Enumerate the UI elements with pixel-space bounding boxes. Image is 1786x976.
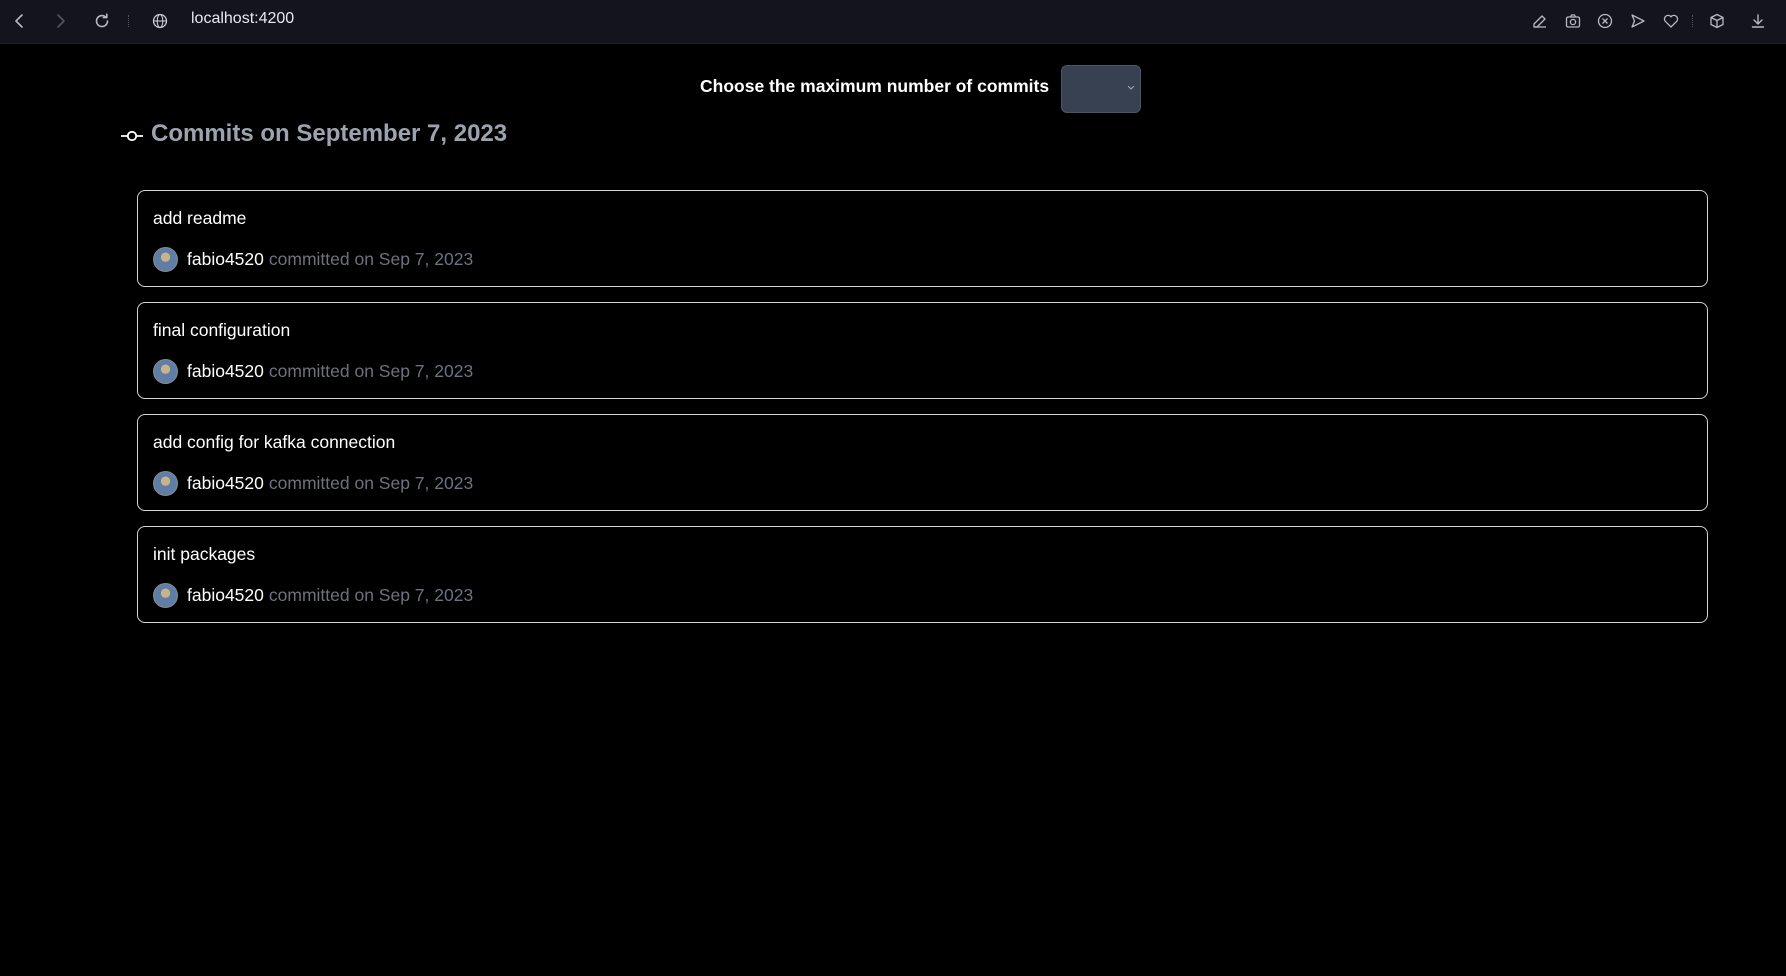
commit-item[interactable]: final configuration fabio4520 committed … [137, 302, 1708, 399]
commit-list: add readme fabio4520 committed on Sep 7,… [137, 190, 1708, 638]
toolbar-separator [1692, 15, 1695, 27]
heart-icon[interactable] [1659, 9, 1683, 33]
avatar [153, 471, 178, 496]
commit-message: init packages [153, 544, 256, 564]
commit-meta: fabio4520 committed on Sep 7, 2023 [153, 583, 473, 608]
commit-meta: fabio4520 committed on Sep 7, 2023 [153, 247, 473, 272]
reload-icon[interactable] [89, 8, 115, 34]
address-bar-url[interactable]: localhost:4200 [191, 10, 294, 28]
commit-meta: fabio4520 committed on Sep 7, 2023 [153, 359, 473, 384]
send-icon[interactable] [1626, 9, 1650, 33]
page-title: Commits on September 7, 2023 [151, 120, 508, 147]
commit-date: committed on Sep 7, 2023 [268, 473, 474, 493]
browser-toolbar: localhost:4200 [0, 0, 1786, 44]
commit-author[interactable]: fabio4520 [187, 585, 264, 606]
git-commit-icon [121, 130, 143, 142]
commit-item[interactable]: init packages fabio4520 committed on Sep… [137, 526, 1708, 623]
avatar [153, 583, 178, 608]
avatar [153, 359, 178, 384]
cube-icon[interactable] [1705, 9, 1729, 33]
globe-icon[interactable] [147, 8, 173, 34]
forward-arrow-icon[interactable] [47, 8, 73, 34]
back-arrow-icon[interactable] [7, 8, 33, 34]
toolbar-separator [128, 15, 131, 27]
edit-icon[interactable] [1528, 9, 1552, 33]
download-icon[interactable] [1746, 9, 1770, 33]
commits-date-heading: Commits on September 7, 2023 [121, 120, 507, 148]
commit-author[interactable]: fabio4520 [187, 249, 264, 270]
max-commits-label: Choose the maximum number of commits [700, 76, 1050, 96]
commit-item[interactable]: add config for kafka connection fabio452… [137, 414, 1708, 511]
commit-date: committed on Sep 7, 2023 [268, 585, 474, 605]
commit-message: add config for kafka connection [153, 432, 396, 452]
camera-icon[interactable] [1561, 9, 1585, 33]
commit-author[interactable]: fabio4520 [187, 361, 264, 382]
commit-meta: fabio4520 committed on Sep 7, 2023 [153, 471, 473, 496]
chevron-down-icon [1127, 85, 1135, 90]
commit-date: committed on Sep 7, 2023 [268, 249, 474, 269]
commit-date: committed on Sep 7, 2023 [268, 361, 474, 381]
close-circle-icon[interactable] [1593, 9, 1617, 33]
commit-message: add readme [153, 208, 247, 228]
commit-item[interactable]: add readme fabio4520 committed on Sep 7,… [137, 190, 1708, 287]
commit-author[interactable]: fabio4520 [187, 473, 264, 494]
commit-message: final configuration [153, 320, 291, 340]
avatar [153, 247, 178, 272]
max-commits-select[interactable] [1061, 65, 1141, 113]
